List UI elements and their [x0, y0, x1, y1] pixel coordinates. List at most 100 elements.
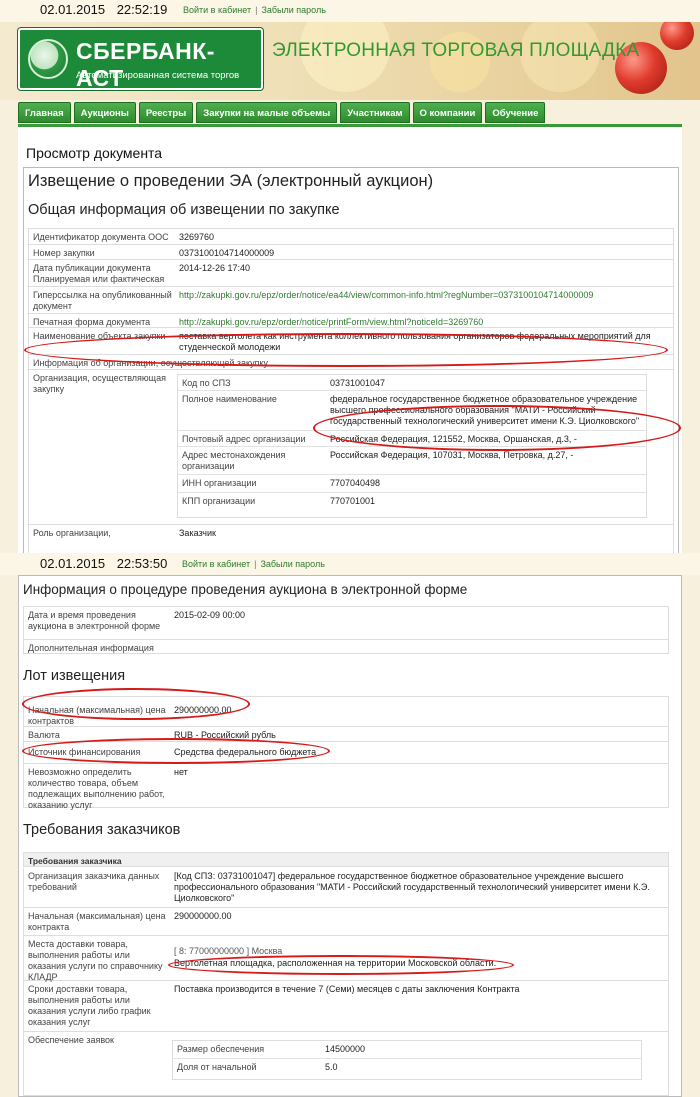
subrow-label: Доля от начальной: [177, 1062, 257, 1072]
subrow-value: 03731001047: [330, 378, 386, 388]
table-row: Невозможно определить количество товара,…: [24, 764, 668, 810]
row-label: Сроки доставки товара, выполнения работы…: [28, 984, 151, 1027]
procedure-table: Дата и время проведения аукциона в элект…: [23, 606, 669, 654]
document-hyperlink[interactable]: http://zakupki.gov.ru/epz/order/notice/e…: [179, 290, 593, 300]
row-value: 290000000.00: [174, 911, 232, 921]
subtable-row: Доля от начальной 5.0: [173, 1059, 641, 1077]
row-value: 290000000.00: [174, 705, 232, 715]
document-frame: Извещение о проведении ЭА (электронный а…: [23, 167, 679, 553]
subrow-label: Адрес местонахождения организации: [182, 450, 286, 471]
row-value: RUB - Российский рубль: [174, 730, 276, 740]
site-header: СБЕРБАНК-АСТ Автоматизированная система …: [0, 22, 700, 100]
section-lot-heading: Лот извещения: [23, 668, 126, 684]
row-value: http://zakupki.gov.ru/epz/order/notice/e…: [179, 290, 667, 301]
row-label: Валюта: [28, 730, 60, 740]
screenshot-bottom: 02.01.2015 22:53:50 Войти в кабинет | Забы…: [0, 553, 700, 1097]
login-link[interactable]: Войти в кабинет: [182, 559, 250, 569]
nav-tab-participants[interactable]: Участникам: [340, 102, 410, 123]
row-value: 2014-12-26 17:40: [179, 263, 251, 273]
sberbank-ast-logo[interactable]: СБЕРБАНК-АСТ Автоматизированная система …: [18, 28, 263, 91]
section-procedure-heading: Информация о процедуре проведения аукцио…: [23, 582, 468, 597]
forgot-password-link[interactable]: Забыли пароль: [261, 5, 325, 15]
row-label: Источник финансирования: [28, 747, 141, 757]
row-value: http://zakupki.gov.ru/epz/order/notice/p…: [179, 317, 667, 328]
row-value: Вертолетная площадка, расположенная на т…: [174, 958, 497, 968]
table-row: Печатная форма документа http://zakupki.…: [29, 314, 673, 328]
subtable-row: ИНН организации 7707040498: [178, 475, 646, 493]
row-value: Средства федерального бюджета: [174, 747, 317, 757]
christmas-ornament-icon: [660, 22, 694, 50]
row-label: Роль организации,: [33, 528, 111, 538]
row-label: Невозможно определить количество товара,…: [28, 767, 165, 810]
logo-subtitle: Автоматизированная система торгов: [76, 70, 240, 81]
top-bar: 02.01.2015 22:53:50 Войти в кабинет | Забы…: [0, 553, 700, 575]
row-label: Печатная форма документа: [33, 317, 151, 327]
row-label: Номер закупки: [33, 248, 95, 258]
subtable-row: КПП организации 770701001: [178, 493, 646, 511]
subtable-row: Почтовый адрес организации Российская Фе…: [178, 431, 646, 447]
table-row: Организация, осуществляющая закупку Код …: [29, 370, 673, 525]
table-row: Дата и время проведения аукциона в элект…: [24, 607, 668, 640]
top-bar: 02.01.2015 22:52:19 Войти в кабинет | Забы…: [0, 0, 700, 22]
table-row: Начальная (максимальная) цена контрактов…: [24, 697, 668, 727]
row-value: [ 8: 77000000000 ] Москва: [174, 946, 283, 956]
top-links-separator: |: [254, 559, 257, 569]
table-row: Организация заказчика данных требований …: [24, 868, 668, 908]
timestamp-date: 02.01.2015: [40, 2, 106, 17]
login-link[interactable]: Войти в кабинет: [183, 5, 251, 15]
table-row: Наименование объекта закупки поставка ве…: [29, 328, 673, 355]
row-label: Наименование объекта закупки: [33, 331, 166, 341]
subrow-label: Полное наименование: [182, 394, 277, 404]
row-label: Организация заказчика данных требований: [28, 871, 160, 892]
table-row: Сроки доставки товара, выполнения работы…: [24, 981, 668, 1032]
table-row: Источник финансирования Средства федерал…: [24, 742, 668, 764]
row-value: 3269760: [179, 232, 215, 242]
requirements-table: Организация заказчика данных требований …: [23, 868, 669, 1096]
nav-tab-about[interactable]: О компании: [412, 102, 483, 123]
table-row: Обеспечение заявок Размер обеспечения 14…: [24, 1032, 668, 1096]
table-row: Начальная (максимальная) цена контракта …: [24, 908, 668, 936]
page-title: Просмотр документа: [26, 145, 163, 161]
section-general-heading: Общая информация об извещении по закупке: [28, 202, 340, 218]
timestamp: 02.01.2015 22:53:50: [40, 556, 167, 571]
subrow-value: 14500000: [325, 1044, 366, 1054]
row-label: Дополнительная информация: [28, 643, 154, 653]
document-title: Извещение о проведении ЭА (электронный а…: [28, 172, 434, 190]
top-links: Войти в кабинет | Забыли пароль: [182, 559, 325, 569]
section-requirements-heading: Требования заказчиков: [23, 822, 181, 838]
row-value: 2015-02-09 00:00: [174, 610, 246, 620]
table-row: Валюта RUB - Российский рубль: [24, 727, 668, 742]
table-row: Информация об организации, осуществляюще…: [29, 355, 673, 370]
row-value: [Код СПЗ: 03731001047] федеральное госуд…: [174, 871, 650, 903]
nav-tab-training[interactable]: Обучение: [485, 102, 546, 123]
row-label: Начальная (максимальная) цена контракта: [28, 911, 166, 932]
top-links-separator: |: [255, 5, 258, 15]
table-row: Дополнительная информация: [24, 640, 668, 655]
forgot-password-link[interactable]: Забыли пароль: [260, 559, 324, 569]
print-form-link[interactable]: http://zakupki.gov.ru/epz/order/notice/p…: [179, 317, 483, 327]
logo-title: СБЕРБАНК-АСТ: [76, 38, 215, 91]
nav-tab-small-purchases[interactable]: Закупки на малые объемы: [196, 102, 338, 123]
main-nav: Главная Аукционы Реестры Закупки на малы…: [18, 102, 546, 124]
subrow-value: Российская Федерация, 121552, Москва, Ор…: [330, 434, 577, 444]
row-label: Дата и время проведения аукциона в элект…: [28, 610, 161, 631]
timestamp-date: 02.01.2015: [40, 556, 106, 571]
row-value: Заказчик: [179, 528, 216, 538]
nav-tab-registries[interactable]: Реестры: [138, 102, 194, 123]
nav-tab-auctions[interactable]: Аукционы: [73, 102, 136, 123]
security-subtable: Размер обеспечения 14500000 Доля от нача…: [172, 1040, 642, 1080]
lot-table: Начальная (максимальная) цена контрактов…: [23, 696, 669, 810]
subrow-label: ИНН организации: [182, 478, 257, 488]
main-content: Просмотр документа Извещение о проведени…: [18, 124, 682, 553]
subrow-value: 5.0: [325, 1062, 338, 1072]
row-label: Начальная (максимальная) цена контрактов: [28, 705, 166, 726]
subrow-label: КПП организации: [182, 496, 256, 506]
sberbank-logo-icon: [28, 39, 68, 79]
timestamp-time: 22:53:50: [116, 556, 168, 571]
subrow-label: Код по СПЗ: [182, 378, 231, 388]
subtable-row: Код по СПЗ 03731001047: [178, 375, 646, 391]
row-label: Гиперссылка на опубликованный документ: [33, 290, 172, 311]
nav-tab-home[interactable]: Главная: [18, 102, 71, 123]
subrow-value: 770701001: [330, 496, 376, 506]
screenshot-top: 02.01.2015 22:52:19 Войти в кабинет | Забы…: [0, 0, 700, 553]
